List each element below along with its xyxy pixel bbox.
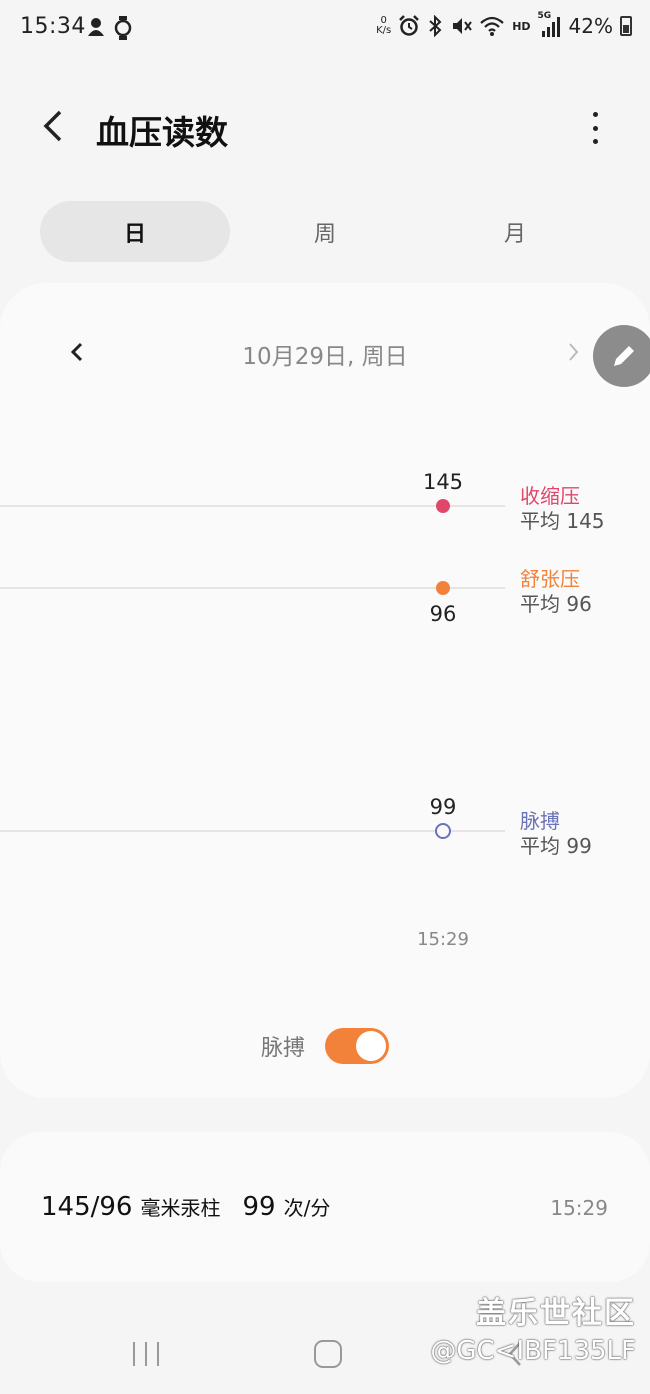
pulse-value: 99 — [242, 1192, 276, 1222]
tab-month[interactable]: 月 — [420, 201, 610, 262]
diastolic-point[interactable] — [436, 581, 450, 595]
bp-unit: 毫米汞柱 — [140, 1196, 221, 1220]
tab-day[interactable]: 日 — [40, 201, 230, 262]
pulse-toggle[interactable] — [325, 1028, 389, 1064]
network-label: HD — [512, 19, 531, 33]
watch-icon — [114, 16, 132, 40]
back-button[interactable] — [36, 104, 72, 148]
pulse-toggle-label: 脉搏 — [260, 1036, 305, 1061]
watermark: 盖乐世社区 @GC<IBF135LF — [430, 1288, 636, 1366]
alarm-icon — [399, 15, 420, 36]
chevron-left-icon — [43, 110, 62, 142]
notification-icon — [88, 18, 104, 36]
bluetooth-icon — [429, 15, 442, 37]
legend-diastolic-name: 舒张压 — [520, 567, 580, 591]
watermark-user: @GC<IBF135LF — [430, 1336, 636, 1366]
blood-pressure-chart: 145 96 99 15:29 收缩压 平均 145 舒张压 平均 96 脉搏 平均… — [0, 470, 605, 950]
more-options-button[interactable] — [580, 108, 610, 148]
legend-pulse: 脉搏 平均 99 — [520, 809, 592, 858]
legend-pulse-name: 脉搏 — [520, 809, 560, 833]
bp-value: 145/96 — [41, 1192, 133, 1222]
systolic-data-label: 145 — [423, 470, 463, 494]
pulse-data-label: 99 — [430, 795, 457, 819]
wifi-icon — [480, 16, 504, 36]
mute-icon — [453, 18, 473, 34]
systolic-point[interactable] — [436, 499, 450, 513]
status-bar: 15:34 0 K/s HD 5G 42% — [0, 0, 650, 60]
x-tick-label: 15:29 — [417, 929, 469, 950]
legend-systolic-avg: 平均 145 — [520, 509, 605, 533]
toggle-knob — [356, 1031, 386, 1061]
pulse-unit: 次/分 — [283, 1196, 331, 1220]
more-icon — [592, 112, 598, 117]
home-button[interactable] — [314, 1340, 342, 1368]
battery-percent: 42% — [568, 14, 613, 38]
page-title: 血压读数 — [96, 113, 228, 152]
app-header: 血压读数 — [0, 86, 650, 166]
legend-diastolic: 舒张压 平均 96 — [520, 567, 592, 616]
chart-card: 10月29日, 周日 145 96 99 15:29 收缩压 平均 145 舒张压 … — [0, 283, 650, 1098]
legend-systolic-name: 收缩压 — [520, 484, 580, 508]
signal-icon — [541, 17, 560, 37]
recent-apps-button[interactable] — [133, 1342, 159, 1366]
status-time: 15:34 — [20, 14, 86, 39]
watermark-title: 盖乐世社区 — [476, 1296, 636, 1331]
period-tabs: 日 周 月 — [40, 201, 610, 262]
net-speed: 0 K/s — [376, 15, 392, 36]
tab-week[interactable]: 周 — [230, 201, 420, 262]
pulse-point[interactable] — [435, 823, 451, 839]
diastolic-data-label: 96 — [430, 602, 457, 626]
legend-systolic: 收缩压 平均 145 — [520, 484, 605, 533]
legend-pulse-avg: 平均 99 — [520, 834, 592, 858]
battery-icon — [620, 16, 632, 36]
reading-time: 15:29 — [550, 1196, 608, 1220]
legend-diastolic-avg: 平均 96 — [520, 592, 592, 616]
reading-list-item[interactable]: 145/96 毫米汞柱 99 次/分 15:29 — [0, 1132, 650, 1282]
pulse-toggle-row: 脉搏 — [0, 1028, 650, 1064]
